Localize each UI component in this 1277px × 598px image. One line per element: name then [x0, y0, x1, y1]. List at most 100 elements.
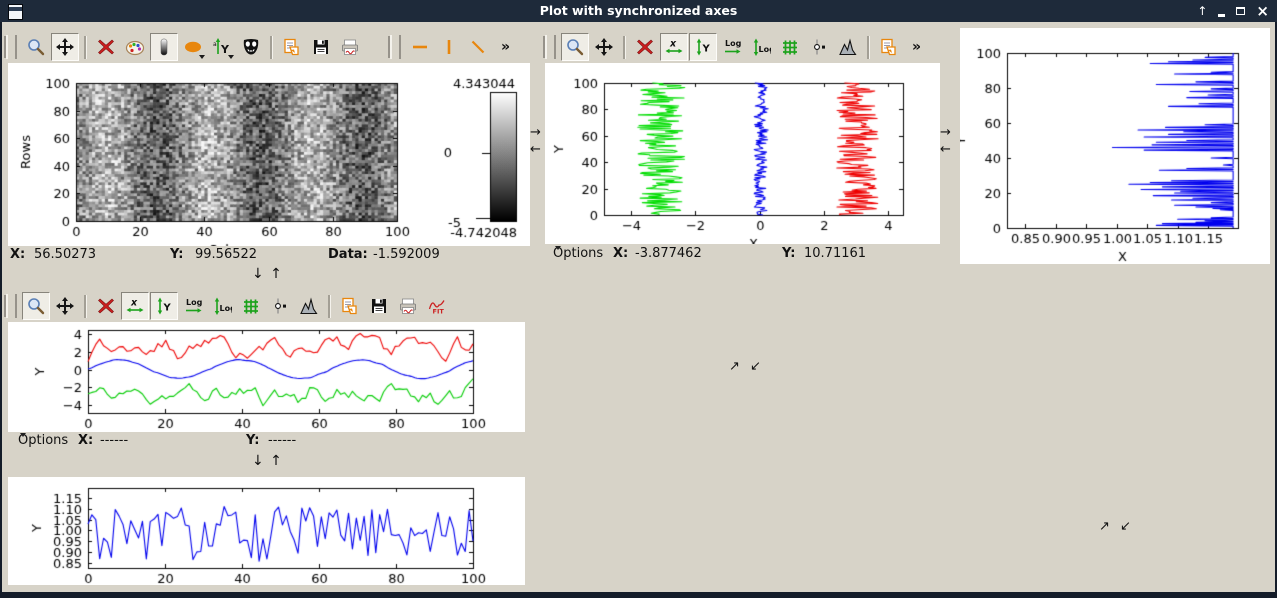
- delete-item-button[interactable]: [92, 292, 120, 320]
- toolbar-overflow-button[interactable]: »: [496, 39, 515, 55]
- svg-text:x: x: [669, 39, 677, 50]
- y-coordinate-value: ------: [268, 433, 296, 448]
- sync-y-axis-button[interactable]: Y: [150, 292, 178, 320]
- bottom-curve-canvas[interactable]: [8, 477, 525, 585]
- toolbar-grip[interactable]: [6, 294, 17, 318]
- window-title: Plot with synchronized axes: [0, 0, 1277, 22]
- log-y-button[interactable]: Log: [208, 292, 236, 320]
- vline-icon: [439, 37, 459, 57]
- toolbar-grip[interactable]: [6, 35, 17, 59]
- minimize-button[interactable]: [1218, 14, 1225, 17]
- log-y-icon: Log: [751, 37, 771, 57]
- toolbar-separator: [867, 36, 870, 59]
- y-coordinate-value: 99.56522: [195, 247, 257, 262]
- grid-icon: [780, 37, 800, 57]
- svg-text:Log: Log: [186, 298, 203, 307]
- magnifier-icon: [565, 37, 585, 57]
- sync-x-axis-button[interactable]: x: [660, 33, 688, 61]
- curve-marker-button[interactable]: [266, 292, 294, 320]
- palette-icon: [125, 37, 145, 57]
- close-button[interactable]: ×: [1256, 4, 1269, 19]
- pan-button[interactable]: [590, 33, 618, 61]
- x-sync-icon: x: [125, 296, 145, 316]
- segment-tool-button[interactable]: [464, 33, 492, 61]
- contrast-bar-icon: [154, 37, 174, 57]
- toolbar-separator: [84, 295, 87, 318]
- histogram-icon: [838, 37, 858, 57]
- curve-marker-button[interactable]: [805, 33, 833, 61]
- x-coordinate-value: ------: [100, 433, 128, 448]
- pan-button[interactable]: [51, 292, 79, 320]
- data-value-label: Data:: [328, 247, 368, 262]
- copy-to-clipboard-button[interactable]: [875, 33, 903, 61]
- grid-button[interactable]: [776, 33, 804, 61]
- sync-x-axis-button[interactable]: x: [121, 292, 149, 320]
- clipboard-icon: [282, 37, 302, 57]
- titlebar[interactable]: Plot with synchronized axes ↑ ×: [0, 0, 1277, 22]
- curve-fit-button[interactable]: FIT: [423, 292, 451, 320]
- x-coordinate-label: X:: [78, 433, 93, 448]
- image-mask-button[interactable]: [237, 33, 265, 61]
- log-y-button[interactable]: Log: [747, 33, 775, 61]
- copy-to-clipboard-button[interactable]: [278, 33, 306, 61]
- y-coordinate-label: Y:: [170, 247, 183, 262]
- image-plot-toolbar: aY »: [6, 31, 515, 63]
- sync-y-axis-button[interactable]: Y: [689, 33, 717, 61]
- toolbar-separator: [623, 36, 626, 59]
- save-button[interactable]: [307, 33, 335, 61]
- contrast-button[interactable]: [150, 33, 178, 61]
- svg-text:Log: Log: [220, 304, 233, 313]
- grid-button[interactable]: [237, 292, 265, 320]
- print-button[interactable]: [394, 292, 422, 320]
- x-coordinate-label: X:: [10, 247, 25, 262]
- horizontal-cursor-button[interactable]: [406, 33, 434, 61]
- delete-item-button[interactable]: [92, 33, 120, 61]
- hline-icon: [410, 37, 430, 57]
- toolbar-grip[interactable]: [390, 35, 401, 59]
- shade-window-button[interactable]: ↑: [1197, 5, 1207, 17]
- pan-button[interactable]: [51, 33, 79, 61]
- annotation-shape-button[interactable]: [179, 33, 207, 61]
- copy-to-clipboard-button[interactable]: [336, 292, 364, 320]
- top-curve-canvas[interactable]: [545, 63, 940, 244]
- colormap-button[interactable]: [121, 33, 149, 61]
- zoom-button[interactable]: [22, 292, 50, 320]
- mid-curve-panel: [8, 322, 525, 432]
- svg-text:FIT: FIT: [433, 308, 445, 316]
- toolbar-grip[interactable]: [545, 35, 556, 59]
- mid-curve-canvas[interactable]: [8, 322, 525, 432]
- floppy-icon: [369, 296, 389, 316]
- mid-curve-toolbar: x Y Log Log FIT: [6, 290, 451, 322]
- axes-scale-button[interactable]: aY: [208, 33, 236, 61]
- histogram-button[interactable]: [834, 33, 862, 61]
- print-button[interactable]: [336, 33, 364, 61]
- svg-text:Y: Y: [163, 303, 172, 314]
- histogram-button[interactable]: [295, 292, 323, 320]
- fit-icon: FIT: [427, 296, 447, 316]
- red-x-icon: [96, 37, 116, 57]
- maximize-button[interactable]: [1236, 7, 1245, 15]
- clipboard-icon: [340, 296, 360, 316]
- right-curve-canvas[interactable]: [960, 28, 1270, 264]
- app-window: Plot with synchronized axes ↑ × aY» xYLo…: [0, 0, 1277, 598]
- toolbar-separator: [84, 36, 87, 59]
- log-x-button[interactable]: Log: [179, 292, 207, 320]
- delete-item-button[interactable]: [631, 33, 659, 61]
- image-plot-canvas[interactable]: [8, 63, 530, 246]
- histogram-icon: [299, 296, 319, 316]
- zoom-button[interactable]: [22, 33, 50, 61]
- red-x-icon: [96, 296, 116, 316]
- save-button[interactable]: [365, 292, 393, 320]
- zoom-button[interactable]: [561, 33, 589, 61]
- marker-icon: [809, 37, 829, 57]
- y-coordinate-label: Y:: [782, 246, 795, 261]
- log-x-button[interactable]: Log: [718, 33, 746, 61]
- log-y-icon: Log: [212, 296, 232, 316]
- vertical-cursor-button[interactable]: [435, 33, 463, 61]
- move-icon: [594, 37, 614, 57]
- horizontal-sync-indicator-icon: →←: [530, 124, 541, 158]
- data-value: -1.592009: [373, 247, 440, 262]
- toolbar-overflow-button[interactable]: »: [907, 39, 926, 55]
- top-curve-toolbar: xYLogLog»: [545, 31, 926, 63]
- image-cursor-status: X: 56.50273 Y: 99.56522 Data: -1.592009: [8, 247, 530, 263]
